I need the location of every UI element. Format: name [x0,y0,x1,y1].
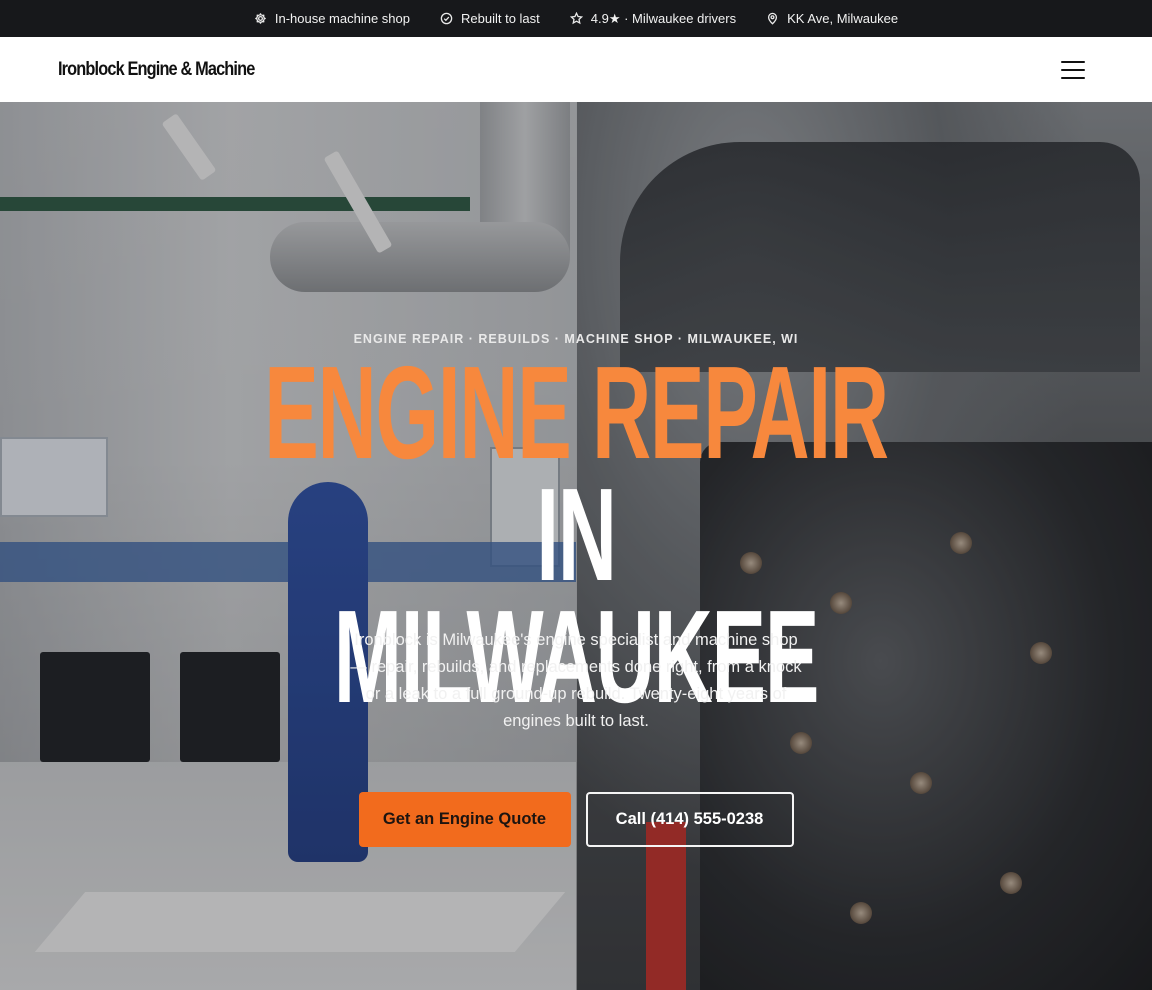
site-logo[interactable]: Ironblock Engine & Machine [58,59,255,81]
star-icon [569,12,583,25]
hero-section: ENGINE REPAIR · REBUILDS · MACHINE SHOP … [0,102,1152,990]
top-info-bar: In-house machine shop Rebuilt to last 4.… [0,0,1152,37]
topbar-label: In-house machine shop [274,11,411,26]
topbar-item-location: KK Ave, Milwaukee [766,11,898,26]
topbar-item-rebuilt: Rebuilt to last [440,11,540,26]
gear-icon [255,13,266,24]
hamburger-menu-icon[interactable] [1061,60,1085,79]
topbar-label: KK Ave, Milwaukee [787,11,899,26]
check-circle-icon [440,12,453,25]
get-quote-button[interactable]: Get an Engine Quote [358,792,571,847]
topbar-item-machine-shop: In-house machine shop [254,11,410,26]
topbar-item-rating: 4.9★ · Milwaukee drivers [569,10,737,27]
hero-description: Ironblock is Milwaukee's engine speciali… [350,631,802,730]
topbar-label: Rebuilt to last [461,11,540,26]
hero-content: ENGINE REPAIR · REBUILDS · MACHINE SHOP … [0,102,1152,990]
map-pin-icon [768,12,778,25]
topbar-label: 4.9★ · Milwaukee drivers [590,10,737,26]
main-nav: Ironblock Engine & Machine [0,37,1152,102]
hero-cta-row: Get an Engine Quote Call (414) 555-0238 [0,792,1152,847]
call-phone-button[interactable]: Call (414) 555-0238 [585,792,794,847]
